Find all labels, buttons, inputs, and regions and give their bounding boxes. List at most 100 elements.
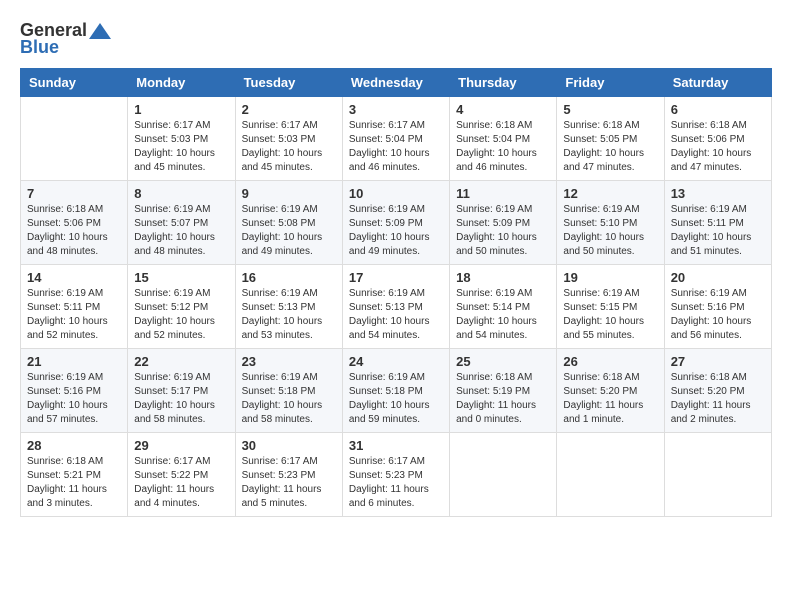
day-number: 5 <box>563 102 657 117</box>
day-info: Sunrise: 6:18 AM Sunset: 5:19 PM Dayligh… <box>456 371 550 427</box>
calendar-cell: 24 Sunrise: 6:19 AM Sunset: 5:18 PM Dayli… <box>342 349 449 433</box>
calendar-cell: 14 Sunrise: 6:19 AM Sunset: 5:11 PM Dayli… <box>21 265 128 349</box>
day-info: Sunrise: 6:19 AM Sunset: 5:18 PM Dayligh… <box>349 371 443 427</box>
calendar-cell: 9 Sunrise: 6:19 AM Sunset: 5:08 PM Daylig… <box>235 181 342 265</box>
calendar-row-4: 28Sunrise: 6:18 AM Sunset: 5:21 PM Dayli… <box>21 433 772 517</box>
day-info: Sunrise: 6:18 AM Sunset: 5:05 PM Dayligh… <box>563 119 657 175</box>
day-number: 8 <box>134 186 228 201</box>
day-info: Sunrise: 6:19 AM Sunset: 5:14 PM Dayligh… <box>456 287 550 343</box>
day-info: Sunrise: 6:19 AM Sunset: 5:10 PM Dayligh… <box>563 203 657 259</box>
day-number: 23 <box>242 354 336 369</box>
logo-blue-text: Blue <box>20 37 59 58</box>
day-info: Sunrise: 6:19 AM Sunset: 5:13 PM Dayligh… <box>242 287 336 343</box>
day-info: Sunrise: 6:19 AM Sunset: 5:16 PM Dayligh… <box>27 371 121 427</box>
calendar-header-saturday: Saturday <box>664 69 771 97</box>
day-info: Sunrise: 6:17 AM Sunset: 5:23 PM Dayligh… <box>242 455 336 511</box>
day-info: Sunrise: 6:19 AM Sunset: 5:09 PM Dayligh… <box>456 203 550 259</box>
day-number: 30 <box>242 438 336 453</box>
calendar-cell: 16 Sunrise: 6:19 AM Sunset: 5:13 PM Dayli… <box>235 265 342 349</box>
day-number: 28 <box>27 438 121 453</box>
calendar-header-wednesday: Wednesday <box>342 69 449 97</box>
calendar-cell: 23 Sunrise: 6:19 AM Sunset: 5:18 PM Dayli… <box>235 349 342 433</box>
calendar-header-thursday: Thursday <box>450 69 557 97</box>
day-number: 22 <box>134 354 228 369</box>
logo: General Blue <box>20 20 113 58</box>
day-info: Sunrise: 6:19 AM Sunset: 5:08 PM Dayligh… <box>242 203 336 259</box>
calendar-cell: 22 Sunrise: 6:19 AM Sunset: 5:17 PM Dayli… <box>128 349 235 433</box>
day-number: 6 <box>671 102 765 117</box>
day-number: 24 <box>349 354 443 369</box>
day-info: Sunrise: 6:17 AM Sunset: 5:23 PM Dayligh… <box>349 455 443 511</box>
day-number: 27 <box>671 354 765 369</box>
calendar-row-2: 14 Sunrise: 6:19 AM Sunset: 5:11 PM Dayli… <box>21 265 772 349</box>
day-info: Sunrise: 6:19 AM Sunset: 5:16 PM Dayligh… <box>671 287 765 343</box>
day-number: 29 <box>134 438 228 453</box>
calendar-cell: 2Sunrise: 6:17 AM Sunset: 5:03 PM Daylig… <box>235 97 342 181</box>
calendar-cell <box>557 433 664 517</box>
calendar-cell: 3 Sunrise: 6:17 AM Sunset: 5:04 PM Daylig… <box>342 97 449 181</box>
day-number: 19 <box>563 270 657 285</box>
day-number: 17 <box>349 270 443 285</box>
calendar-cell <box>664 433 771 517</box>
calendar-cell: 27 Sunrise: 6:18 AM Sunset: 5:20 PM Dayli… <box>664 349 771 433</box>
day-info: Sunrise: 6:17 AM Sunset: 5:03 PM Dayligh… <box>134 119 228 175</box>
day-number: 9 <box>242 186 336 201</box>
calendar-header-monday: Monday <box>128 69 235 97</box>
calendar-cell: 26Sunrise: 6:18 AM Sunset: 5:20 PM Dayli… <box>557 349 664 433</box>
day-number: 13 <box>671 186 765 201</box>
day-info: Sunrise: 6:18 AM Sunset: 5:20 PM Dayligh… <box>671 371 765 427</box>
day-info: Sunrise: 6:19 AM Sunset: 5:18 PM Dayligh… <box>242 371 336 427</box>
calendar-header-sunday: Sunday <box>21 69 128 97</box>
day-number: 1 <box>134 102 228 117</box>
calendar-cell: 20Sunrise: 6:19 AM Sunset: 5:16 PM Dayli… <box>664 265 771 349</box>
calendar-cell: 11Sunrise: 6:19 AM Sunset: 5:09 PM Dayli… <box>450 181 557 265</box>
day-info: Sunrise: 6:18 AM Sunset: 5:20 PM Dayligh… <box>563 371 657 427</box>
calendar-table: SundayMondayTuesdayWednesdayThursdayFrid… <box>20 68 772 517</box>
calendar-cell: 13Sunrise: 6:19 AM Sunset: 5:11 PM Dayli… <box>664 181 771 265</box>
calendar-cell: 7 Sunrise: 6:18 AM Sunset: 5:06 PM Daylig… <box>21 181 128 265</box>
day-info: Sunrise: 6:17 AM Sunset: 5:03 PM Dayligh… <box>242 119 336 175</box>
day-info: Sunrise: 6:18 AM Sunset: 5:06 PM Dayligh… <box>27 203 121 259</box>
day-number: 7 <box>27 186 121 201</box>
calendar-cell: 21Sunrise: 6:19 AM Sunset: 5:16 PM Dayli… <box>21 349 128 433</box>
calendar-cell <box>21 97 128 181</box>
calendar-cell: 1 Sunrise: 6:17 AM Sunset: 5:03 PM Daylig… <box>128 97 235 181</box>
calendar-cell: 17 Sunrise: 6:19 AM Sunset: 5:13 PM Dayli… <box>342 265 449 349</box>
day-info: Sunrise: 6:19 AM Sunset: 5:12 PM Dayligh… <box>134 287 228 343</box>
day-info: Sunrise: 6:17 AM Sunset: 5:22 PM Dayligh… <box>134 455 228 511</box>
calendar-cell: 6 Sunrise: 6:18 AM Sunset: 5:06 PM Daylig… <box>664 97 771 181</box>
calendar-cell: 10 Sunrise: 6:19 AM Sunset: 5:09 PM Dayli… <box>342 181 449 265</box>
calendar-cell: 8Sunrise: 6:19 AM Sunset: 5:07 PM Daylig… <box>128 181 235 265</box>
day-info: Sunrise: 6:19 AM Sunset: 5:17 PM Dayligh… <box>134 371 228 427</box>
calendar-cell: 28Sunrise: 6:18 AM Sunset: 5:21 PM Dayli… <box>21 433 128 517</box>
page-header: General Blue <box>20 20 772 58</box>
day-number: 16 <box>242 270 336 285</box>
calendar-row-0: 1 Sunrise: 6:17 AM Sunset: 5:03 PM Daylig… <box>21 97 772 181</box>
day-info: Sunrise: 6:19 AM Sunset: 5:13 PM Dayligh… <box>349 287 443 343</box>
day-number: 10 <box>349 186 443 201</box>
calendar-header-tuesday: Tuesday <box>235 69 342 97</box>
calendar-cell <box>450 433 557 517</box>
calendar-cell: 25 Sunrise: 6:18 AM Sunset: 5:19 PM Dayli… <box>450 349 557 433</box>
calendar-cell: 30 Sunrise: 6:17 AM Sunset: 5:23 PM Dayli… <box>235 433 342 517</box>
calendar-cell: 29 Sunrise: 6:17 AM Sunset: 5:22 PM Dayli… <box>128 433 235 517</box>
day-number: 14 <box>27 270 121 285</box>
day-info: Sunrise: 6:19 AM Sunset: 5:11 PM Dayligh… <box>27 287 121 343</box>
day-number: 3 <box>349 102 443 117</box>
calendar-cell: 15 Sunrise: 6:19 AM Sunset: 5:12 PM Dayli… <box>128 265 235 349</box>
day-number: 15 <box>134 270 228 285</box>
day-info: Sunrise: 6:18 AM Sunset: 5:04 PM Dayligh… <box>456 119 550 175</box>
calendar-cell: 18Sunrise: 6:19 AM Sunset: 5:14 PM Dayli… <box>450 265 557 349</box>
calendar-cell: 4 Sunrise: 6:18 AM Sunset: 5:04 PM Daylig… <box>450 97 557 181</box>
day-number: 4 <box>456 102 550 117</box>
calendar-cell: 5 Sunrise: 6:18 AM Sunset: 5:05 PM Daylig… <box>557 97 664 181</box>
calendar-header-row: SundayMondayTuesdayWednesdayThursdayFrid… <box>21 69 772 97</box>
day-number: 25 <box>456 354 550 369</box>
calendar-cell: 12Sunrise: 6:19 AM Sunset: 5:10 PM Dayli… <box>557 181 664 265</box>
day-info: Sunrise: 6:17 AM Sunset: 5:04 PM Dayligh… <box>349 119 443 175</box>
day-info: Sunrise: 6:19 AM Sunset: 5:09 PM Dayligh… <box>349 203 443 259</box>
calendar-row-3: 21Sunrise: 6:19 AM Sunset: 5:16 PM Dayli… <box>21 349 772 433</box>
day-info: Sunrise: 6:18 AM Sunset: 5:06 PM Dayligh… <box>671 119 765 175</box>
logo-icon <box>89 23 111 39</box>
calendar-cell: 19Sunrise: 6:19 AM Sunset: 5:15 PM Dayli… <box>557 265 664 349</box>
